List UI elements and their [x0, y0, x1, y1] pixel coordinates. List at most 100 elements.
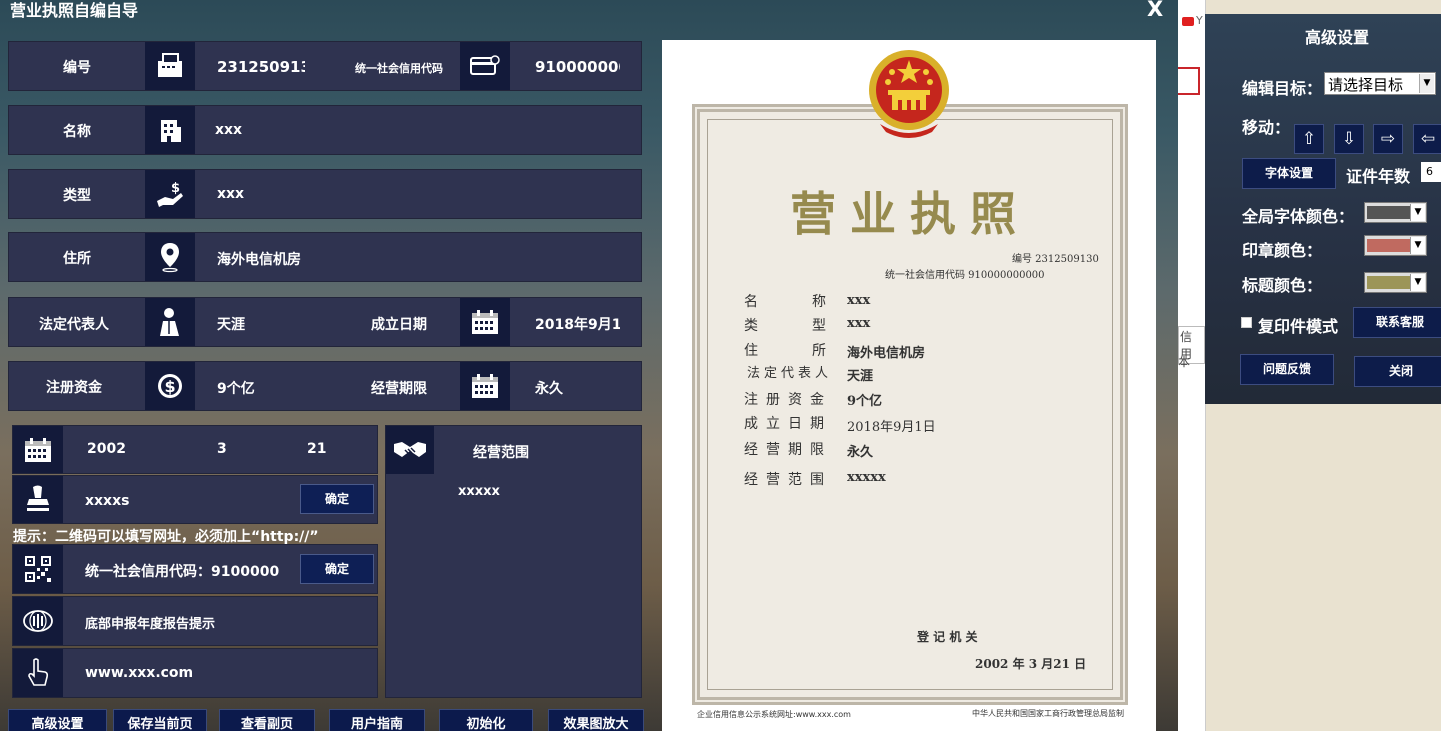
name-input[interactable]: xxx	[215, 122, 615, 138]
calendar-icon	[460, 362, 510, 410]
copy-mode-checkbox[interactable]	[1241, 317, 1252, 328]
svg-text:$: $	[165, 377, 176, 396]
report-input[interactable]: 底部申报年度报告提示	[85, 613, 365, 632]
title-bar: 营业执照自编自导 X	[0, 0, 1178, 38]
cert-key-scope: 经营范围	[744, 472, 832, 488]
address-input[interactable]: 海外电信机房	[217, 249, 617, 269]
title-color-swatch	[1367, 276, 1411, 289]
move-down-button[interactable]: ⇩	[1334, 124, 1364, 154]
fax-icon	[145, 42, 195, 90]
seal-input[interactable]: xxxxs	[85, 493, 235, 509]
globe-logo-icon	[13, 597, 63, 645]
date-row: 2002 3 21	[12, 425, 378, 474]
move-right-button[interactable]: ⇨	[1373, 124, 1403, 154]
cert-key-term: 经营期限	[744, 442, 832, 458]
type-row: 类型 $ xxx	[8, 169, 642, 219]
pointer-hand-icon	[13, 649, 63, 697]
background-tab-label: Y	[1196, 14, 1203, 27]
cert-key-legal: 法定代表人	[747, 366, 833, 381]
term-label: 经营期限	[371, 381, 427, 397]
window-title: 营业执照自编自导	[10, 1, 139, 20]
font-settings-button[interactable]: 字体设置	[1242, 158, 1336, 189]
legal-input[interactable]: 天涯	[217, 314, 317, 334]
cert-val-legal: 天涯	[847, 369, 874, 384]
calendar-icon	[460, 298, 510, 346]
arrow-left-icon: ⇦	[1420, 129, 1436, 149]
title-color-picker[interactable]: ▼	[1364, 272, 1427, 293]
chevron-down-icon: ▼	[1419, 74, 1434, 93]
cert-val-name: xxx	[847, 293, 871, 308]
seal-confirm-button[interactable]: 确定	[300, 484, 374, 514]
svg-text:$: $	[171, 181, 180, 196]
youtube-icon	[1182, 17, 1194, 26]
url-input[interactable]: www.xxx.com	[85, 665, 365, 681]
chevron-down-icon: ▼	[1410, 204, 1425, 221]
background-red-box	[1178, 67, 1200, 95]
found-input[interactable]: 2018年9月1日	[535, 314, 620, 334]
user-guide-button[interactable]: 用户指南	[329, 709, 425, 731]
panel-close-button[interactable]: 关闭	[1354, 356, 1441, 387]
global-color-picker[interactable]: ▼	[1364, 202, 1427, 223]
seal-color-picker[interactable]: ▼	[1364, 235, 1427, 256]
move-left-button[interactable]: ⇦	[1413, 124, 1441, 154]
view-copy-button[interactable]: 查看副页	[219, 709, 315, 731]
type-label: 类型	[63, 188, 91, 204]
type-input[interactable]: xxx	[217, 186, 617, 202]
move-up-button[interactable]: ⇧	[1294, 124, 1324, 154]
legal-row: 法定代表人 天涯 成立日期 2018年9月1日	[8, 297, 642, 347]
seal-row: xxxxs 确定	[12, 475, 378, 524]
qr-confirm-button[interactable]: 确定	[300, 554, 374, 584]
zoom-preview-button[interactable]: 效果图放大	[548, 709, 644, 731]
number-input[interactable]: 2312509130	[217, 58, 305, 76]
handshake-icon	[386, 426, 434, 474]
name-row: 名称 xxx	[8, 105, 642, 155]
legal-label: 法定代表人	[39, 317, 109, 333]
year-input[interactable]: 2002	[87, 441, 147, 457]
edit-target-select[interactable]: 请选择目标 ▼	[1324, 72, 1436, 95]
person-icon	[145, 298, 195, 346]
location-pin-icon	[145, 233, 195, 281]
move-label: 移动：	[1242, 118, 1291, 137]
cert-date: 2002 年 3 月21 日	[975, 657, 1087, 671]
name-label: 名称	[63, 124, 91, 140]
credit-label: 统一社会信用代码	[355, 62, 443, 75]
arrow-right-icon: ⇨	[1380, 129, 1396, 149]
years-input[interactable]: 6	[1421, 162, 1441, 182]
close-button[interactable]: X	[1147, 0, 1163, 21]
contact-support-button[interactable]: 联系客服	[1353, 307, 1441, 338]
day-input[interactable]: 21	[307, 441, 347, 457]
cert-footer-left: 企业信用信息公示系统网址:www.xxx.com	[697, 710, 851, 719]
found-label: 成立日期	[371, 317, 427, 333]
term-input[interactable]: 永久	[535, 378, 620, 398]
qr-hint: 提示：二维码可以填写网址，必须加上“http://”	[13, 529, 319, 545]
dollar-coin-icon: $	[145, 362, 195, 410]
scope-label: 经营范围	[473, 445, 529, 461]
qr-input[interactable]: 统一社会信用代码：9100000	[85, 561, 290, 581]
cert-footer-right: 中华人民共和国国家工商行政管理总局监制	[972, 709, 1124, 718]
scope-input[interactable]: xxxxx	[458, 484, 558, 499]
certificate-credit-code: 统一社会信用代码 910000000000	[885, 270, 1045, 281]
number-label: 编号	[63, 60, 91, 76]
credit-card-icon	[460, 42, 510, 90]
edit-target-value: 请选择目标	[1328, 76, 1404, 94]
address-label: 住所	[63, 251, 91, 267]
cert-val-address: 海外电信机房	[847, 346, 926, 361]
background-window: Y 信用 本	[1178, 0, 1206, 731]
advanced-settings-button[interactable]: 高级设置	[8, 709, 107, 731]
certificate-title: 营业执照	[790, 187, 1030, 241]
cert-val-found: 2018年9月1日	[847, 420, 936, 435]
credit-input[interactable]: 9100000000	[535, 58, 620, 76]
global-color-label: 全局字体颜色：	[1242, 207, 1355, 226]
title-color-label: 标题颜色：	[1242, 276, 1323, 295]
month-input[interactable]: 3	[217, 441, 247, 457]
copy-mode-label: 复印件模式	[1258, 317, 1339, 336]
address-row: 住所 海外电信机房	[8, 232, 642, 282]
number-row: 编号 2312509130 统一社会信用代码 9100000000	[8, 41, 642, 91]
capital-input[interactable]: 9个亿	[217, 378, 317, 398]
initialize-button[interactable]: 初始化	[439, 709, 533, 731]
save-page-button[interactable]: 保存当前页	[113, 709, 207, 731]
arrow-down-icon: ⇩	[1341, 129, 1357, 149]
cert-key-capital: 注册资金	[744, 392, 832, 408]
panel-title: 高级设置	[1305, 28, 1370, 47]
feedback-button[interactable]: 问题反馈	[1240, 354, 1334, 385]
